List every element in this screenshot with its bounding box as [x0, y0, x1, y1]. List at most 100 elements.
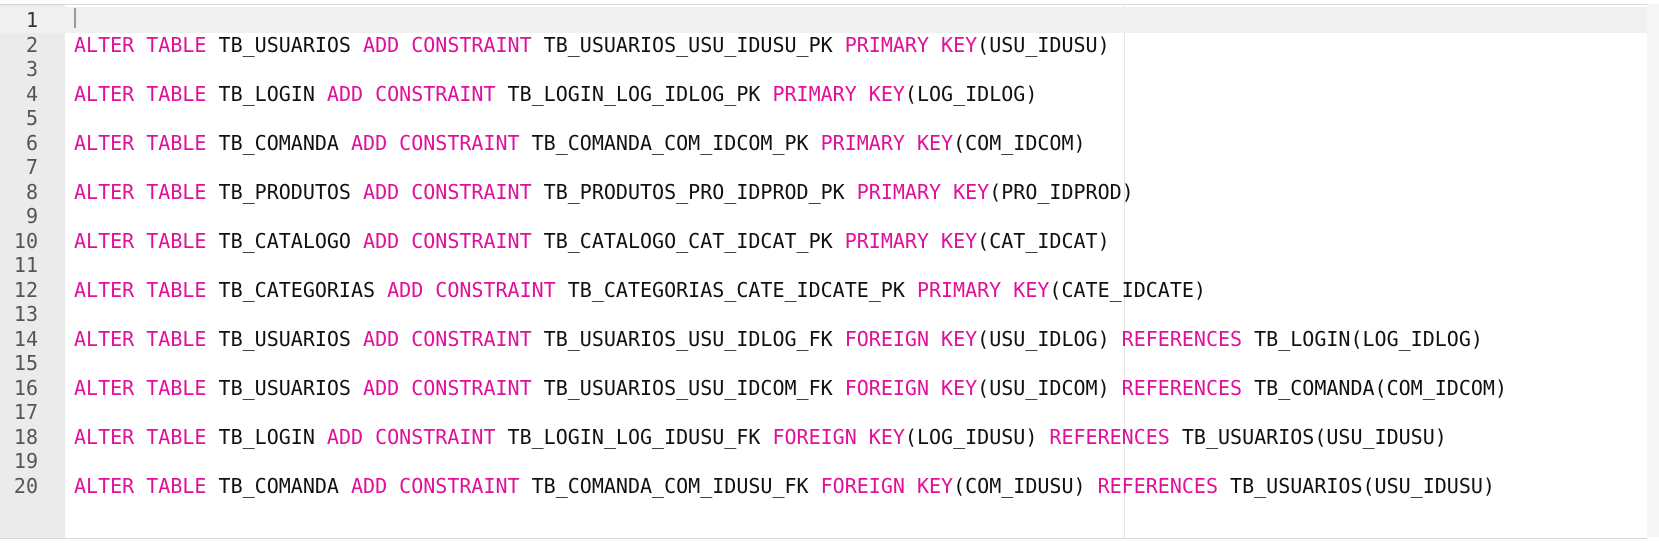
- sql-keyword: PRIMARY: [820, 130, 905, 155]
- code-line[interactable]: 16 ALTER TABLE TB_USUARIOS ADD CONSTRAINT…: [0, 375, 1647, 401]
- sql-keyword: PRIMARY: [772, 81, 857, 106]
- line-number: 8: [25, 179, 38, 204]
- sql-keyword: TABLE: [146, 277, 207, 302]
- sql-text: TB_CATEGORIAS_CATE_IDCATE_PK: [555, 277, 917, 302]
- sql-text: TB_COMANDA(COM_IDCOM): [1242, 375, 1507, 400]
- sql-text: TB_USUARIOS: [206, 375, 364, 400]
- code-line[interactable]: 18 ALTER TABLE TB_LOGIN ADD CONSTRAINT TB…: [0, 424, 1647, 450]
- sql-text: (USU_IDLOG): [977, 326, 1122, 351]
- sql-text: TB_USUARIOS: [206, 32, 364, 57]
- code-line[interactable]: 10 ALTER TABLE TB_CATALOGO ADD CONSTRAINT…: [0, 228, 1647, 254]
- sql-text: TB_USUARIOS_USU_IDUSU_PK: [531, 32, 845, 57]
- sql-text: TB_LOGIN(LOG_IDLOG): [1242, 326, 1483, 351]
- sql-keyword: ADD: [326, 424, 364, 449]
- sql-keyword: ALTER: [74, 228, 135, 253]
- sql-text: (COM_IDCOM): [953, 130, 1086, 155]
- code-line[interactable]: 17: [0, 399, 1647, 425]
- sql-text: TB_CATEGORIAS: [206, 277, 388, 302]
- sql-keyword: ALTER: [74, 130, 135, 155]
- sql-text: TB_COMANDA_COM_IDCOM_PK: [519, 130, 821, 155]
- sql-text: (LOG_IDLOG): [904, 81, 1038, 106]
- sql-keyword: ADD: [350, 473, 388, 498]
- sql-text: TB_USUARIOS: [206, 326, 364, 351]
- code-text: ALTER TABLE TB_CATEGORIAS ADD CONSTRAINT…: [74, 277, 1206, 303]
- code-editor[interactable]: 1 2 ALTER TABLE TB_USUARIOS ADD CONSTRAINT…: [0, 4, 1647, 539]
- sql-keyword: CONSTRAINT: [399, 473, 520, 498]
- vertical-scrollbar[interactable]: [1647, 4, 1659, 537]
- code-line[interactable]: 13: [0, 301, 1647, 327]
- line-number: 18: [13, 424, 38, 449]
- sql-keyword: KEY: [941, 228, 978, 253]
- sql-keyword: CONSTRAINT: [435, 277, 556, 302]
- sql-keyword: CONSTRAINT: [411, 375, 532, 400]
- code-line[interactable]: 20 ALTER TABLE TB_COMANDA ADD CONSTRAINT …: [0, 473, 1647, 499]
- sql-text: TB_LOGIN_LOG_IDLOG_PK: [495, 81, 773, 106]
- sql-keyword: ALTER: [74, 81, 135, 106]
- line-number: 19: [13, 449, 38, 473]
- sql-text: (PRO_IDPROD): [989, 179, 1134, 204]
- sql-keyword: ALTER: [74, 326, 135, 351]
- sql-text: TB_USUARIOS_USU_IDCOM_FK: [531, 375, 845, 400]
- code-line[interactable]: 1: [0, 7, 1647, 33]
- sql-keyword: ALTER: [74, 375, 135, 400]
- sql-keyword: REFERENCES: [1049, 424, 1170, 449]
- line-number: 13: [13, 302, 38, 326]
- sql-keyword: TABLE: [146, 326, 207, 351]
- code-line[interactable]: 11: [0, 252, 1647, 278]
- sql-text: (USU_IDUSU): [977, 32, 1110, 57]
- sql-keyword: TABLE: [146, 179, 207, 204]
- sql-keyword: TABLE: [146, 81, 207, 106]
- line-number: 7: [25, 155, 38, 179]
- code-line[interactable]: 4 ALTER TABLE TB_LOGIN ADD CONSTRAINT TB_…: [0, 81, 1647, 107]
- line-number: 15: [13, 351, 38, 375]
- sql-keyword: TABLE: [146, 130, 207, 155]
- code-line[interactable]: 14 ALTER TABLE TB_USUARIOS ADD CONSTRAINT…: [0, 326, 1647, 352]
- code-line[interactable]: 3: [0, 56, 1647, 82]
- code-line[interactable]: 9: [0, 203, 1647, 229]
- sql-keyword: TABLE: [146, 375, 207, 400]
- sql-keyword: FOREIGN: [820, 473, 905, 498]
- code-line[interactable]: 2 ALTER TABLE TB_USUARIOS ADD CONSTRAINT …: [0, 32, 1647, 58]
- sql-keyword: KEY: [868, 81, 905, 106]
- code-line[interactable]: 7: [0, 154, 1647, 180]
- line-number: 20: [13, 473, 38, 498]
- sql-text: TB_USUARIOS_USU_IDLOG_FK: [531, 326, 845, 351]
- code-line[interactable]: 19: [0, 448, 1647, 474]
- sql-keyword: CONSTRAINT: [411, 326, 532, 351]
- sql-keyword: PRIMARY: [916, 277, 1002, 302]
- line-number: 14: [13, 326, 38, 351]
- line-number: 11: [13, 253, 38, 277]
- sql-keyword: ALTER: [74, 473, 135, 498]
- sql-text: TB_CATALOGO: [206, 228, 364, 253]
- code-line[interactable]: 5: [0, 105, 1647, 131]
- sql-text: (CAT_IDCAT): [977, 228, 1110, 253]
- sql-keyword: CONSTRAINT: [411, 228, 532, 253]
- sql-keyword: ADD: [363, 228, 400, 253]
- code-line[interactable]: 6 ALTER TABLE TB_COMANDA ADD CONSTRAINT T…: [0, 130, 1647, 156]
- sql-text: (USU_IDCOM): [977, 375, 1122, 400]
- code-line[interactable]: 8 ALTER TABLE TB_PRODUTOS ADD CONSTRAINT …: [0, 179, 1647, 205]
- sql-text: TB_COMANDA: [206, 473, 351, 498]
- code-line[interactable]: 15: [0, 350, 1647, 376]
- code-line[interactable]: 12 ALTER TABLE TB_CATEGORIAS ADD CONSTRAI…: [0, 277, 1647, 303]
- code-text: ALTER TABLE TB_COMANDA ADD CONSTRAINT TB…: [74, 130, 1086, 156]
- sql-text: TB_USUARIOS(USU_IDUSU): [1218, 473, 1495, 498]
- sql-keyword: CONSTRAINT: [411, 179, 532, 204]
